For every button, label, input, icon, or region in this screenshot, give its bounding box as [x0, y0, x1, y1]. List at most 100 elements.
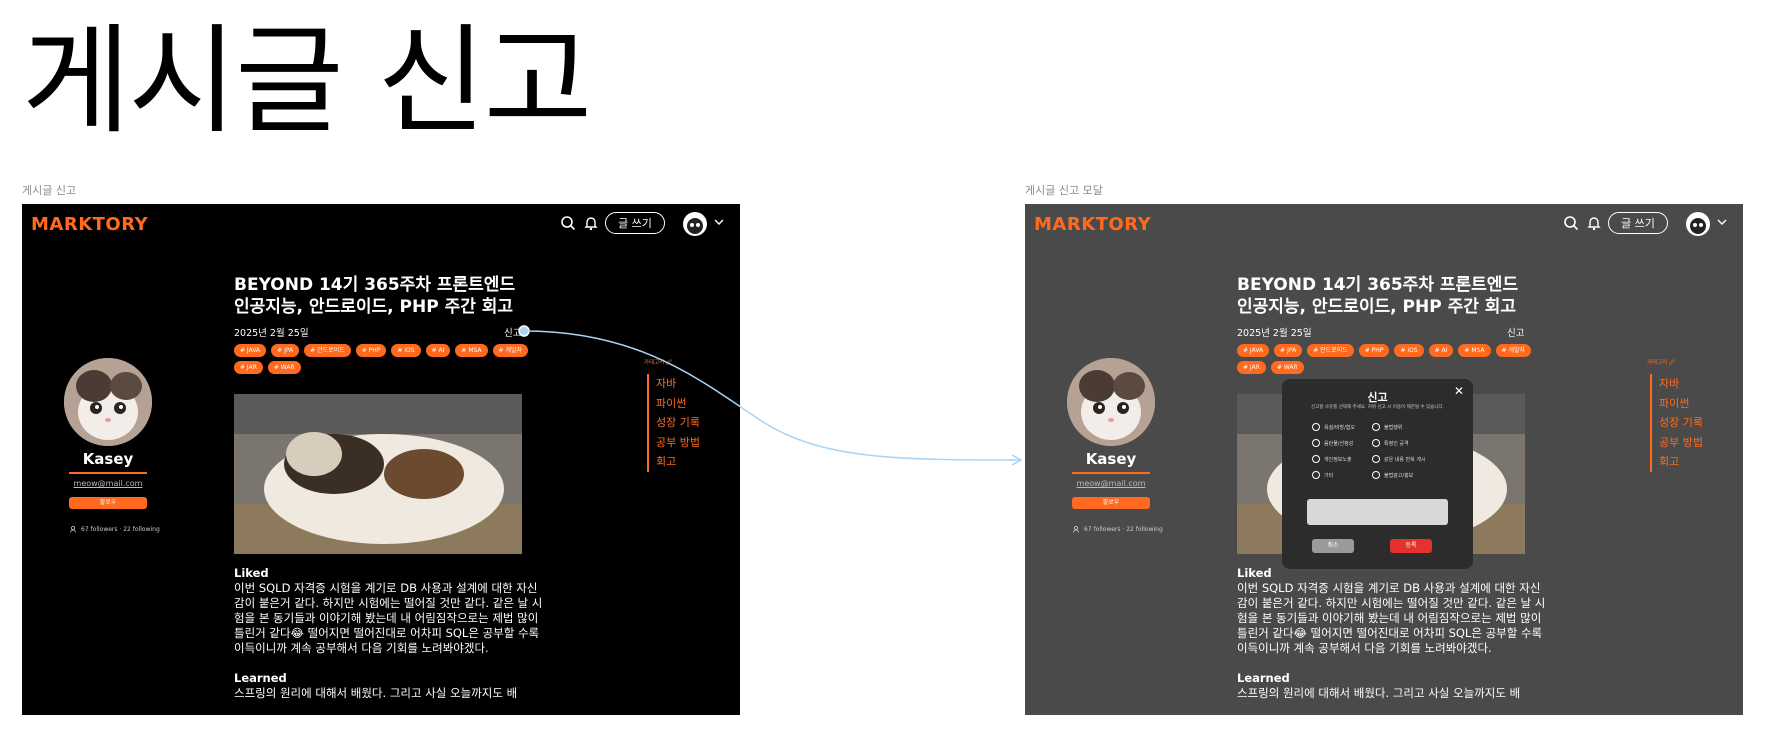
divider: [69, 472, 147, 474]
post-date: 2025년 2월 25일: [1237, 328, 1312, 339]
learned-text: 스프링의 원리에 대해서 배웠다. 그리고 사실 오늘까지도 배: [1237, 686, 1521, 700]
report-link[interactable]: 신고: [1507, 325, 1524, 339]
tag[interactable]: # WAR: [1270, 361, 1304, 374]
tag[interactable]: # JPA: [1274, 344, 1303, 357]
tag[interactable]: # JAR: [1237, 361, 1266, 374]
report-modal: 신고 ✕ 신고할 사유를 선택해 주세요. 허위 신고 시 이용이 제한될 수 …: [1282, 379, 1473, 569]
toc-item[interactable]: 공부 방법: [1659, 433, 1703, 453]
logo[interactable]: MARKTORY: [1034, 214, 1151, 235]
report-link[interactable]: 신고: [504, 325, 521, 339]
reason-label: 특정인 공격: [1384, 440, 1409, 447]
tag[interactable]: # iOS: [391, 344, 421, 357]
tag[interactable]: # 개발자: [1495, 344, 1532, 357]
tag[interactable]: # JAVA: [234, 344, 267, 357]
divider: [1072, 472, 1150, 474]
reason-option[interactable]: 불법광고/홍보: [1372, 471, 1462, 479]
search-icon[interactable]: [1563, 215, 1579, 231]
tag[interactable]: # AI: [1428, 344, 1454, 357]
toc-item[interactable]: 성장 기록: [656, 413, 700, 433]
toc-item[interactable]: 성장 기록: [1659, 413, 1703, 433]
bell-icon[interactable]: [583, 215, 599, 231]
search-icon[interactable]: [560, 215, 576, 231]
frame-label: 게시글 신고 모달: [1025, 184, 1103, 197]
reason-option[interactable]: 불법행위: [1372, 423, 1462, 431]
reason-label: 같은 내용 반복 게시: [1384, 456, 1426, 463]
tag[interactable]: # AI: [425, 344, 451, 357]
toc-item[interactable]: 파이썬: [656, 394, 700, 414]
liked-text: 이번 SQLD 자격증 시험을 계기로 DB 사용과 설계에 대한 자신감이 붙…: [234, 581, 543, 655]
radio[interactable]: [1312, 471, 1320, 479]
follow-stats-text[interactable]: 67 followers · 22 following: [1084, 526, 1163, 533]
bell-icon[interactable]: [1586, 215, 1602, 231]
toc-item[interactable]: 자바: [1659, 374, 1703, 394]
radio[interactable]: [1312, 455, 1320, 463]
learned-heading: Learned: [234, 671, 287, 685]
category-toc: 카테고리 🖉 자바 파이썬 성장 기록 공부 방법 회고: [644, 358, 700, 472]
radio[interactable]: [1312, 439, 1320, 447]
reason-option[interactable]: 특정인 공격: [1372, 439, 1462, 447]
tag[interactable]: # WAR: [267, 361, 301, 374]
reason-label: 기타: [1324, 472, 1334, 479]
profile-email[interactable]: meow@mail.com: [1025, 479, 1197, 488]
toc-item[interactable]: 공부 방법: [656, 433, 700, 453]
toc-item[interactable]: 파이썬: [1659, 394, 1703, 414]
tag[interactable]: # 안드로이드: [304, 344, 351, 357]
profile-name: Kasey: [1085, 450, 1137, 468]
tag[interactable]: # PHP: [1358, 344, 1390, 357]
frame-report-modal: MARKTORY 글 쓰기 BEYOND 14기 365주차 프론트엔드 인공지…: [1025, 204, 1743, 715]
tag[interactable]: # JAR: [234, 361, 263, 374]
post-date: 2025년 2월 25일: [234, 328, 309, 339]
follow-button[interactable]: 팔로우: [1072, 497, 1150, 509]
radio[interactable]: [1372, 423, 1380, 431]
tag[interactable]: # JPA: [271, 344, 300, 357]
frame-post-report: MARKTORY 글 쓰기 BEYOND 14기 365주차 프론트엔드 인공지…: [22, 204, 740, 715]
reason-label: 음란물/선정성: [1324, 440, 1354, 447]
submit-button[interactable]: 등록: [1390, 539, 1432, 553]
radio[interactable]: [1312, 423, 1320, 431]
reason-option[interactable]: 같은 내용 반복 게시: [1372, 455, 1462, 463]
radio[interactable]: [1372, 439, 1380, 447]
toc-item[interactable]: 회고: [656, 452, 700, 472]
write-button[interactable]: 글 쓰기: [605, 212, 665, 234]
reason-label: 욕설/비방/혐오: [1324, 424, 1355, 431]
users-icon: [1073, 526, 1079, 533]
radio[interactable]: [1372, 471, 1380, 479]
report-detail-textarea[interactable]: [1307, 499, 1448, 525]
profile-email[interactable]: meow@mail.com: [22, 479, 194, 488]
toc-item[interactable]: 자바: [656, 374, 700, 394]
reason-option[interactable]: 개인정보노출: [1312, 455, 1372, 463]
follow-stats-text[interactable]: 67 followers · 22 following: [81, 526, 160, 533]
learned-heading: Learned: [1237, 671, 1290, 685]
tag[interactable]: # PHP: [355, 344, 387, 357]
close-icon[interactable]: ✕: [1454, 384, 1464, 398]
logo[interactable]: MARKTORY: [31, 214, 148, 235]
tag[interactable]: # MSA: [1458, 344, 1491, 357]
frame-label: 게시글 신고: [22, 184, 77, 197]
reason-option[interactable]: 기타: [1312, 471, 1372, 479]
chevron-down-icon[interactable]: [714, 218, 724, 226]
profile-avatar: [1067, 358, 1155, 446]
tag[interactable]: # 안드로이드: [1307, 344, 1354, 357]
follow-button[interactable]: 팔로우: [69, 497, 147, 509]
toc-item[interactable]: 회고: [1659, 452, 1703, 472]
profile-name: Kasey: [82, 450, 134, 468]
radio[interactable]: [1372, 455, 1380, 463]
reason-label: 불법광고/홍보: [1384, 472, 1414, 479]
post-body: Liked 이번 SQLD 자격증 시험을 계기로 DB 사용과 설계에 대한 …: [234, 566, 544, 701]
tag[interactable]: # iOS: [1394, 344, 1424, 357]
reason-option[interactable]: 음란물/선정성: [1312, 439, 1372, 447]
tag[interactable]: # JAVA: [1237, 344, 1270, 357]
category-toc: 카테고리 🖉 자바 파이썬 성장 기록 공부 방법 회고: [1647, 358, 1703, 472]
write-button[interactable]: 글 쓰기: [1608, 212, 1668, 234]
follow-stats: 67 followers · 22 following: [1073, 526, 1163, 533]
tag[interactable]: # 개발자: [492, 344, 529, 357]
avatar[interactable]: [1686, 212, 1710, 236]
modal-description: 신고할 사유를 선택해 주세요. 허위 신고 시 이용이 제한될 수 있습니다.: [1310, 405, 1445, 410]
post-title: BEYOND 14기 365주차 프론트엔드 인공지능, 안드로이드, PHP …: [1237, 275, 1519, 317]
avatar[interactable]: [683, 212, 707, 236]
modal-title: 신고: [1367, 391, 1388, 404]
tag[interactable]: # MSA: [455, 344, 488, 357]
cancel-button[interactable]: 취소: [1312, 539, 1354, 553]
chevron-down-icon[interactable]: [1717, 218, 1727, 226]
reason-option[interactable]: 욕설/비방/혐오: [1312, 423, 1372, 431]
